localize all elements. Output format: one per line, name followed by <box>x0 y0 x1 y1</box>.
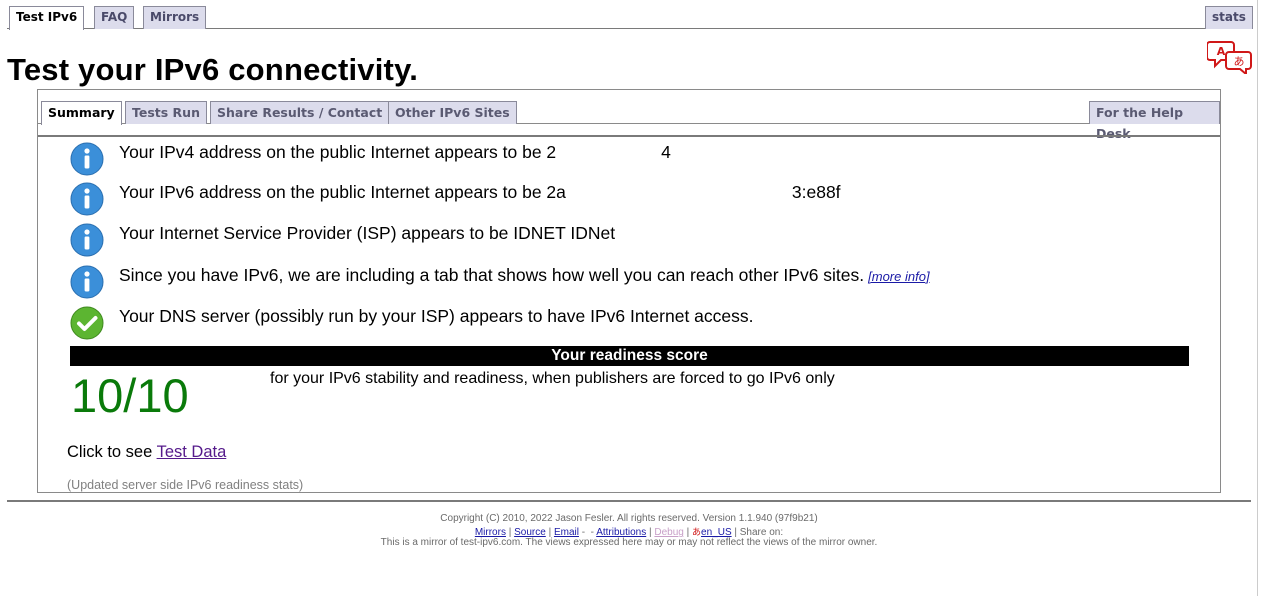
info-icon <box>70 265 104 299</box>
svg-text:あ: あ <box>1234 55 1245 68</box>
divider <box>38 135 1220 137</box>
page-title: Test your IPv6 connectivity. <box>7 52 419 87</box>
tab-test-ipv6[interactable]: Test IPv6 <box>9 6 85 30</box>
readiness-score-value: 10/10 <box>71 369 189 422</box>
locale-icon: あ <box>692 527 702 537</box>
info-icon <box>70 142 104 176</box>
footer-copyright: Copyright (C) 2010, 2022 Jason Fesler. A… <box>440 513 818 524</box>
test-data-link[interactable]: Test Data <box>157 443 227 461</box>
summary-panel: Summary Tests Run Share Results / Contac… <box>37 89 1221 493</box>
tab-stats[interactable]: stats <box>1205 6 1253 29</box>
svg-text:A: A <box>1217 45 1226 58</box>
updated-stats-link[interactable]: (Updated server side IPv6 readiness stat… <box>67 478 303 492</box>
tab-summary[interactable]: Summary <box>41 101 122 125</box>
tab-faq[interactable]: FAQ <box>94 6 135 29</box>
check-icon <box>70 306 104 340</box>
tab-other-ipv6-sites[interactable]: Other IPv6 Sites <box>388 101 517 124</box>
footer-mirror-note: This is a mirror of test-ipv6.com. The v… <box>380 537 878 548</box>
info-icon <box>70 223 104 257</box>
test-data-line: Click to see Test Data <box>67 443 227 461</box>
tab-mirrors[interactable]: Mirrors <box>143 6 207 29</box>
footer-divider <box>7 500 1251 502</box>
info-icon <box>70 182 104 216</box>
translate-icon[interactable]: A あ <box>1207 40 1253 74</box>
result-text: Your IPv4 address on the public Internet… <box>119 142 671 162</box>
top-tab-bar: Test IPv6 FAQ Mirrors stats <box>7 6 1253 30</box>
readiness-score-heading: Your readiness score <box>70 346 1189 366</box>
tab-help-desk[interactable]: For the Help Desk <box>1089 101 1220 141</box>
sub-tab-bar: Summary Tests Run Share Results / Contac… <box>38 100 1220 141</box>
result-text: Since you have IPv6, we are including a … <box>119 265 930 285</box>
tab-tests-run[interactable]: Tests Run <box>125 101 207 124</box>
result-text: Your Internet Service Provider (ISP) app… <box>119 223 616 243</box>
window-edge <box>1257 0 1258 596</box>
result-text: Your IPv6 address on the public Internet… <box>119 182 841 202</box>
tab-share-results[interactable]: Share Results / Contact <box>210 101 390 124</box>
readiness-score-description: for your IPv6 stability and readiness, w… <box>270 370 835 387</box>
result-text: Your DNS server (possibly run by your IS… <box>119 306 754 326</box>
more-info-link[interactable]: [more info] <box>868 269 929 284</box>
